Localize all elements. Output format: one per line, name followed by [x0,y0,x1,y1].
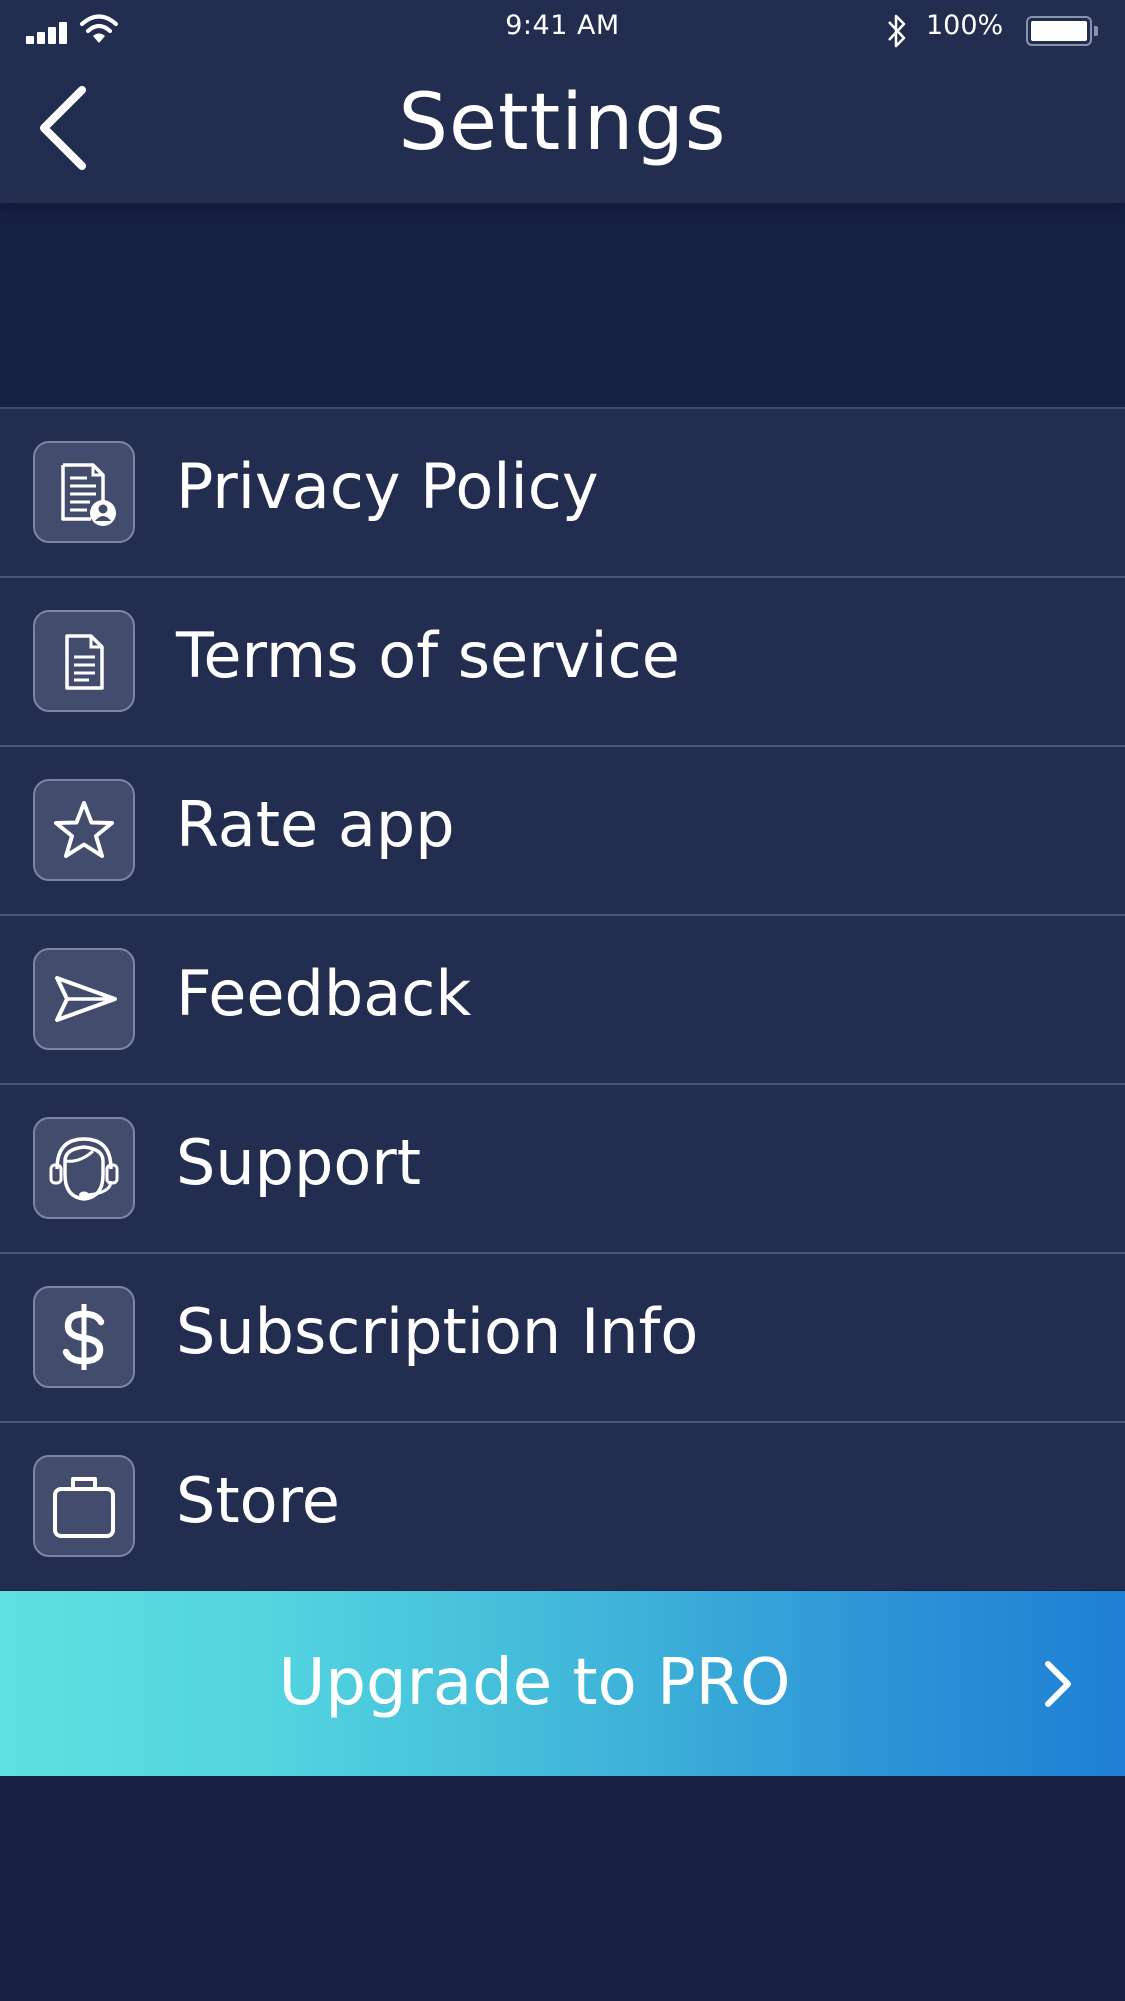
menu-item-rate-app[interactable]: Rate app [0,747,1125,916]
upgrade-to-pro-button[interactable]: Upgrade to PRO [0,1591,1125,1776]
menu-item-feedback[interactable]: Feedback [0,916,1125,1085]
menu-item-label: Feedback [176,957,472,1030]
document-icon [33,610,135,712]
status-bar: 9:41 AM 100% [0,0,1125,56]
menu-item-terms-of-service[interactable]: Terms of service [0,578,1125,747]
menu-item-label: Subscription Info [176,1295,699,1368]
upgrade-label: Upgrade to PRO [278,1646,791,1720]
battery-percentage: 100% [926,10,1004,41]
navigation-bar: 9:41 AM 100% Settings [0,0,1125,203]
menu-item-label: Rate app [176,788,455,861]
menu-item-label: Privacy Policy [176,450,599,523]
dollar-icon [33,1286,135,1388]
star-icon [33,779,135,881]
menu-item-label: Terms of service [176,619,680,692]
paper-plane-icon [33,948,135,1050]
shopping-bag-icon [33,1455,135,1557]
menu-item-store[interactable]: Store [0,1423,1125,1590]
page-title: Settings [398,78,727,168]
menu-item-label: Support [176,1126,422,1199]
header-spacer [0,203,1125,407]
privacy-document-icon [33,441,135,543]
menu-item-support[interactable]: Support [0,1085,1125,1254]
settings-screen: 9:41 AM 100% Settings Privacy Policy Ter… [0,0,1125,2001]
headset-icon [33,1117,135,1219]
menu-item-privacy-policy[interactable]: Privacy Policy [0,409,1125,578]
battery-icon [1026,16,1092,46]
chevron-right-icon [1045,1661,1071,1707]
battery-cap [1094,26,1098,36]
menu-item-label: Store [176,1464,340,1537]
settings-menu: Privacy Policy Terms of service Rate app… [0,407,1125,1590]
menu-item-subscription-info[interactable]: Subscription Info [0,1254,1125,1423]
bluetooth-icon [888,14,906,48]
